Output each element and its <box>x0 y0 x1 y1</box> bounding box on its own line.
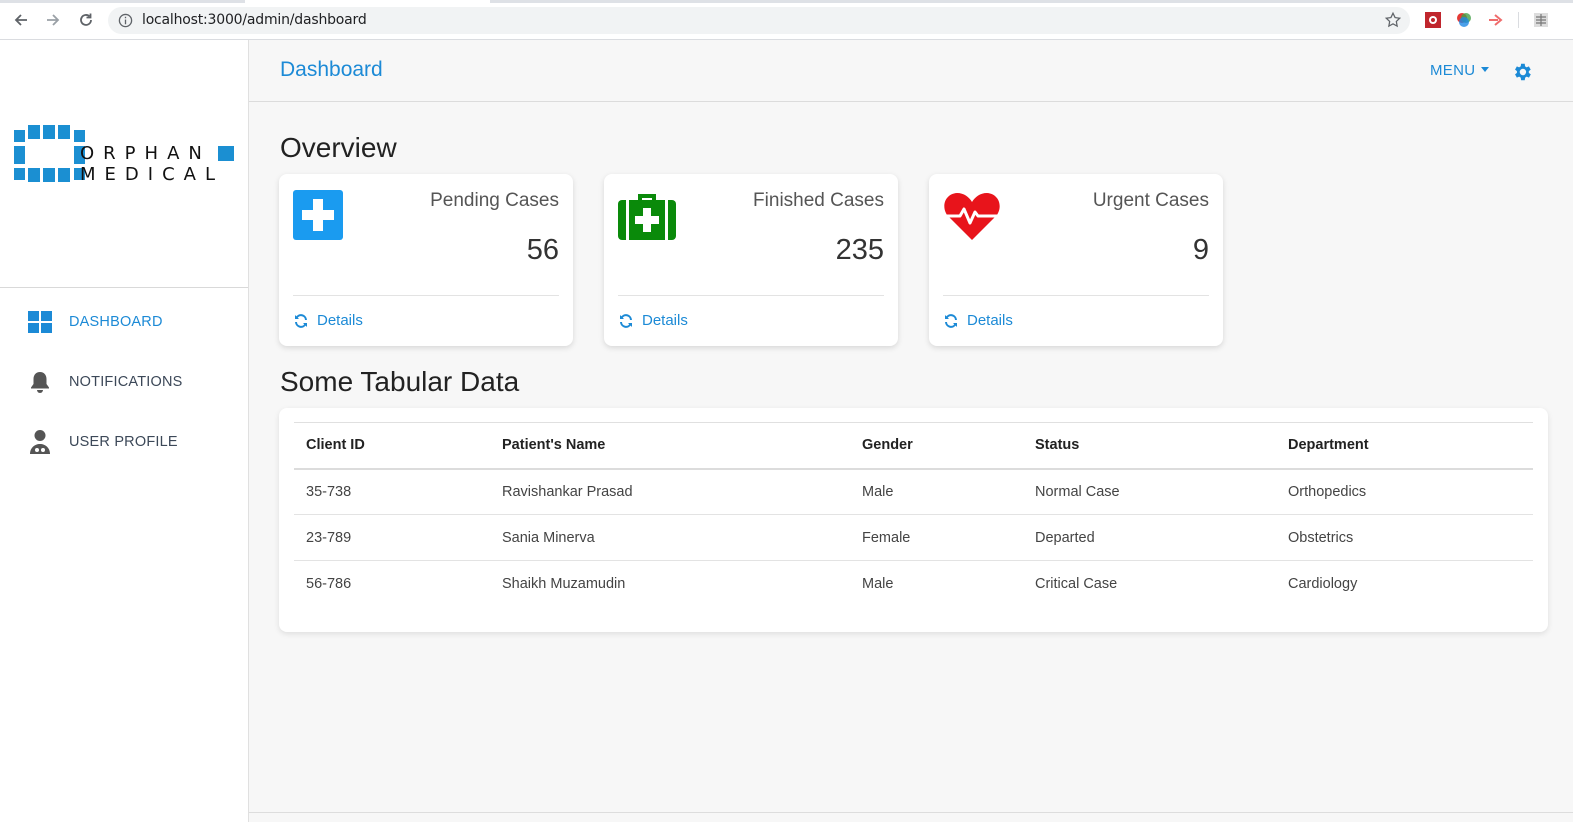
doctor-user-icon <box>28 430 52 454</box>
sidebar-item-dashboard[interactable]: DASHBOARD <box>0 300 248 344</box>
card-label: Pending Cases <box>430 190 559 211</box>
table-cell: Cardiology <box>1288 575 1358 592</box>
table-cell: Orthopedics <box>1276 468 1533 515</box>
first-aid-kit-icon <box>618 190 676 242</box>
main-content: Dashboard MENU Overview Pending Cases 56… <box>249 40 1573 822</box>
table-cell: Male <box>862 575 894 592</box>
sidebar-item-label: NOTIFICATIONS <box>69 374 183 390</box>
column-header[interactable]: Status <box>1023 422 1276 470</box>
urgent-cases-card: Urgent Cases 9 Details <box>929 174 1223 346</box>
table-cell: 35-738 <box>294 468 490 515</box>
card-divider <box>943 295 1209 296</box>
brand-text-top: ORPHAN <box>80 143 211 164</box>
site-info-icon[interactable] <box>118 13 133 33</box>
profile-avatar-icon[interactable] <box>1532 11 1550 29</box>
card-value: 56 <box>526 234 559 266</box>
column-header[interactable]: Department <box>1276 422 1533 470</box>
table-cell: Shaikh Muzamudin <box>502 575 626 592</box>
sidebar-item-user-profile[interactable]: USER PROFILE <box>0 420 248 464</box>
card-value: 235 <box>835 234 884 266</box>
table-cell: Male <box>850 468 1023 515</box>
table-cell: Sania Minerva <box>490 514 850 561</box>
details-label: Details <box>317 312 363 329</box>
brand-text-bottom: MEDICAL <box>80 164 224 185</box>
details-link[interactable]: Details <box>293 312 363 329</box>
heartbeat-icon <box>943 190 1001 242</box>
gear-icon[interactable] <box>1511 61 1533 83</box>
details-label: Details <box>967 312 1013 329</box>
back-arrow-icon[interactable] <box>10 9 32 31</box>
pending-cases-card: Pending Cases 56 Details <box>279 174 573 346</box>
menu-dropdown-button[interactable]: MENU <box>1430 62 1490 79</box>
table-row[interactable]: 56-786 Shaikh Muzamudin Male Critical Ca… <box>294 561 1533 607</box>
refresh-icon <box>295 313 307 328</box>
card-label: Urgent Cases <box>1092 190 1209 211</box>
bell-icon <box>28 370 52 394</box>
sidebar: ORPHAN MEDICAL DASHBOARD NOTIFICATIONS U… <box>0 40 249 822</box>
url-text[interactable]: localhost:3000/admin/dashboard <box>142 12 367 28</box>
footer-divider <box>249 812 1573 813</box>
table-cell: Female <box>850 514 1023 561</box>
column-header[interactable]: Patient's Name <box>490 422 850 470</box>
finished-cases-card: Finished Cases 235 Details <box>604 174 898 346</box>
card-divider <box>618 295 884 296</box>
menu-label: MENU <box>1430 62 1476 79</box>
overview-heading: Overview <box>280 132 397 163</box>
details-link[interactable]: Details <box>943 312 1013 329</box>
table-cell: Critical Case <box>1035 575 1118 592</box>
table-cell: Departed <box>1023 514 1276 561</box>
column-header[interactable]: Client ID <box>294 422 490 470</box>
tabular-data-heading: Some Tabular Data <box>280 366 520 397</box>
extension-arrow-icon[interactable] <box>1487 11 1505 29</box>
reload-icon[interactable] <box>75 9 97 31</box>
tab-strip <box>0 0 1573 3</box>
data-table-card: Client ID Patient's Name Gender Status D… <box>279 408 1548 632</box>
page-title: Dashboard <box>280 58 383 81</box>
sidebar-item-label: DASHBOARD <box>69 314 163 330</box>
refresh-icon <box>945 313 957 328</box>
card-label: Finished Cases <box>753 190 884 211</box>
address-bar[interactable]: localhost:3000/admin/dashboard <box>108 7 1410 34</box>
table-cell: Normal Case <box>1023 468 1276 515</box>
sidebar-item-label: USER PROFILE <box>69 434 178 450</box>
card-value: 9 <box>1192 234 1209 266</box>
table-header-row: Client ID Patient's Name Gender Status D… <box>294 422 1533 470</box>
toolbar-divider <box>1518 12 1519 28</box>
browser-toolbar: localhost:3000/admin/dashboard <box>0 0 1573 40</box>
medical-plus-icon <box>293 190 351 242</box>
extension-color-wheel-icon[interactable] <box>1455 11 1473 29</box>
orphan-medical-logo[interactable]: ORPHAN MEDICAL <box>14 125 236 185</box>
bookmark-star-icon[interactable] <box>1384 11 1402 34</box>
top-navbar: Dashboard MENU <box>249 40 1573 102</box>
refresh-icon <box>620 313 632 328</box>
sidebar-divider <box>0 287 248 288</box>
table-cell: Obstetrics <box>1276 514 1533 561</box>
dashboard-grid-icon <box>28 310 52 334</box>
table-row[interactable]: 35-738 Ravishankar Prasad Male Normal Ca… <box>294 468 1533 515</box>
table-cell: 23-789 <box>294 514 490 561</box>
extension-red-icon[interactable] <box>1424 11 1442 29</box>
details-link[interactable]: Details <box>618 312 688 329</box>
sidebar-item-notifications[interactable]: NOTIFICATIONS <box>0 360 248 404</box>
table-cell: Ravishankar Prasad <box>490 468 850 515</box>
active-tab[interactable] <box>245 0 490 3</box>
caret-down-icon <box>1481 67 1490 72</box>
forward-arrow-icon[interactable] <box>42 9 64 31</box>
details-label: Details <box>642 312 688 329</box>
table-cell: 56-786 <box>306 575 352 592</box>
table-row[interactable]: 23-789 Sania Minerva Female Departed Obs… <box>294 514 1533 561</box>
column-header[interactable]: Gender <box>850 422 1023 470</box>
card-divider <box>293 295 559 296</box>
patients-table: Client ID Patient's Name Gender Status D… <box>294 422 1533 607</box>
